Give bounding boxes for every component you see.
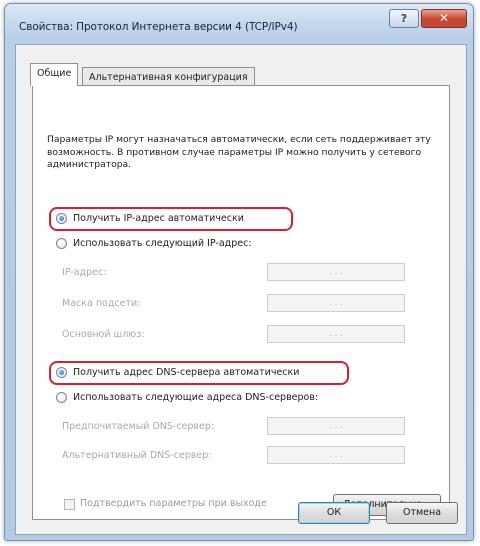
validate-checkbox-label: Подтвердить параметры при выходе <box>80 498 267 509</box>
radio-dns-manual[interactable]: Использовать следующие адреса DNS-сервер… <box>56 392 318 403</box>
subnet-mask-label: Маска подсети: <box>62 298 141 309</box>
ip-address-input[interactable]: . . . <box>267 263 405 281</box>
radio-dns-auto-label: Получить адрес DNS-сервера автоматически <box>73 367 300 378</box>
help-button[interactable]: ? <box>389 9 419 28</box>
tab-alternate-config[interactable]: Альтернативная конфигурация <box>82 67 255 87</box>
validate-checkbox[interactable] <box>64 499 75 510</box>
dialog-window: Свойства: Протокол Интернета версии 4 (T… <box>4 3 474 541</box>
ok-button[interactable]: ОК <box>298 502 370 524</box>
close-button[interactable]: ✕ <box>421 9 467 28</box>
radio-ip-manual-label: Использовать следующий IP-адрес: <box>73 238 252 249</box>
radio-dns-manual-label: Использовать следующие адреса DNS-сервер… <box>73 392 319 403</box>
alternate-dns-input[interactable]: . . . <box>267 446 405 464</box>
window-title: Свойства: Протокол Интернета версии 4 (T… <box>19 21 298 33</box>
tab-panel-general: Параметры IP могут назначаться автоматич… <box>32 85 450 520</box>
radio-selected-icon[interactable] <box>56 367 67 378</box>
radio-dns-auto[interactable]: Получить адрес DNS-сервера автоматически <box>56 367 299 378</box>
cancel-button[interactable]: Отмена <box>386 502 458 524</box>
preferred-dns-input[interactable]: . . . <box>267 417 405 435</box>
dialog-client-area: Общие Альтернативная конфигурация Параме… <box>15 44 467 535</box>
info-text: Параметры IP могут назначаться автоматич… <box>47 134 431 170</box>
radio-selected-icon[interactable] <box>56 213 67 224</box>
preferred-dns-label: Предпочитаемый DNS-сервер: <box>62 421 215 432</box>
ip-address-label: IP-адрес: <box>62 267 107 278</box>
tab-general[interactable]: Общие <box>30 63 79 86</box>
radio-ip-auto[interactable]: Получить IP-адрес автоматически <box>56 213 244 224</box>
gateway-input[interactable]: . . . <box>267 325 405 343</box>
radio-ip-manual[interactable]: Использовать следующий IP-адрес: <box>56 238 252 249</box>
gateway-label: Основной шлюз: <box>62 329 145 340</box>
radio-unselected-icon[interactable] <box>56 392 67 403</box>
radio-unselected-icon[interactable] <box>56 238 67 249</box>
radio-ip-auto-label: Получить IP-адрес автоматически <box>73 213 244 224</box>
alternate-dns-label: Альтернативный DNS-сервер: <box>62 450 212 461</box>
subnet-mask-input[interactable]: . . . <box>267 294 405 312</box>
